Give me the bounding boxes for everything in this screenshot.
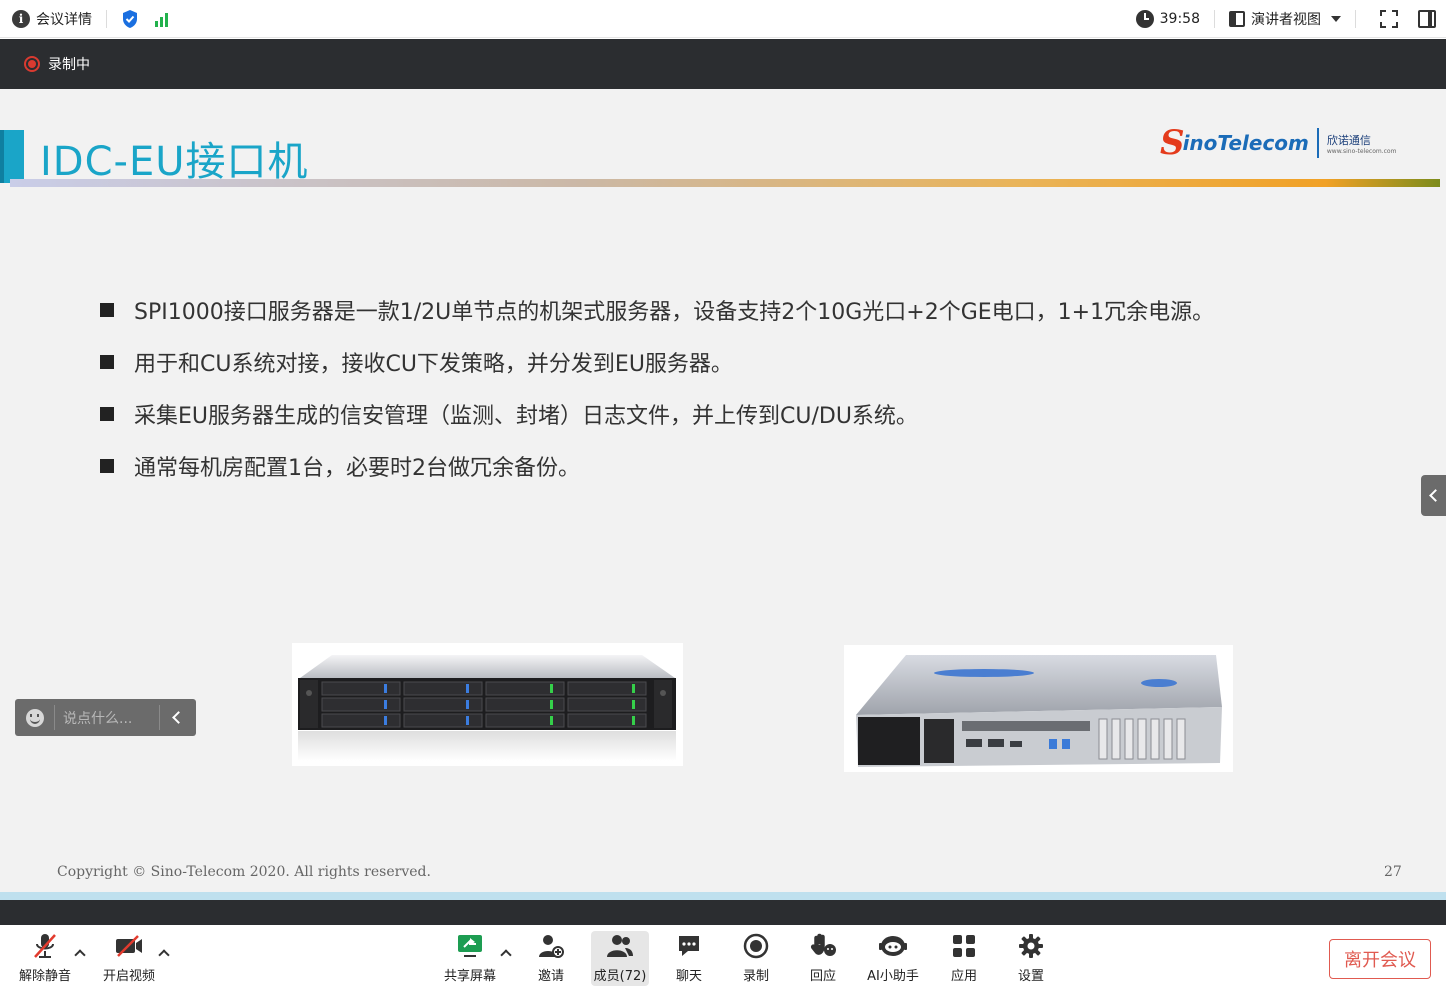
toolbar-divider-strip bbox=[0, 900, 1446, 925]
bullet-square-icon bbox=[100, 407, 114, 421]
logo-text: inoTelecom bbox=[1182, 131, 1309, 155]
bullet-square-icon bbox=[100, 459, 114, 473]
side-panel-expand-button[interactable] bbox=[1421, 475, 1446, 516]
bullet-square-icon bbox=[100, 303, 114, 317]
chevron-left-icon[interactable] bbox=[172, 711, 185, 724]
start-video-label: 开启视频 bbox=[102, 969, 155, 984]
apps-button[interactable]: 应用 bbox=[943, 931, 985, 987]
divider bbox=[54, 705, 55, 730]
bullet-item: 采集EU服务器生成的信安管理（监测、封堵）日志文件，并上传到CU/DU系统。 bbox=[100, 388, 1214, 440]
slide-bottom-band bbox=[0, 892, 1446, 900]
view-mode-label: 演讲者视图 bbox=[1251, 12, 1321, 28]
bullet-text: 通常每机房配置1台，必要时2台做冗余备份。 bbox=[134, 456, 580, 481]
divider bbox=[1214, 10, 1215, 28]
share-screen-icon bbox=[458, 935, 482, 957]
bullet-text: SPI1000接口服务器是一款1/2U单节点的机架式服务器，设备支持2个10G光… bbox=[134, 300, 1215, 325]
ai-assistant-icon bbox=[879, 936, 907, 956]
gear-icon bbox=[1019, 934, 1043, 958]
quick-chat-widget[interactable]: 说点什么... bbox=[15, 699, 196, 736]
divider bbox=[159, 705, 160, 730]
apps-label: 应用 bbox=[950, 969, 977, 984]
members-button[interactable]: 成员(72) bbox=[591, 931, 649, 986]
server-front-image bbox=[292, 643, 683, 766]
shared-screen-slide: IDC-EU接口机 S inoTelecom 欣诺通信 www.sino-tel… bbox=[0, 89, 1446, 900]
members-label: 成员(72) bbox=[593, 969, 647, 984]
quick-chat-input[interactable]: 说点什么... bbox=[63, 708, 153, 728]
ai-assistant-label: AI小助手 bbox=[867, 969, 919, 984]
bullet-square-icon bbox=[100, 355, 114, 369]
meeting-toolbar: 解除静音 开启视频 共享屏幕 邀请 成员(72) 聊天 录制 回应 AI小助手 … bbox=[0, 925, 1446, 991]
invite-button[interactable]: 邀请 bbox=[530, 931, 572, 987]
recording-status: 录制中 bbox=[48, 57, 90, 73]
sidebar-toggle-icon[interactable] bbox=[1418, 10, 1436, 28]
invite-label: 邀请 bbox=[537, 969, 564, 984]
unmute-label: 解除静音 bbox=[18, 969, 71, 984]
chat-label: 聊天 bbox=[675, 969, 702, 984]
meeting-details-label: 会议详情 bbox=[36, 11, 92, 28]
share-screen-label: 共享屏幕 bbox=[443, 969, 496, 984]
signal-strength-icon[interactable] bbox=[155, 11, 168, 27]
logo-cn-text: 欣诺通信 bbox=[1326, 133, 1371, 147]
react-label: 回应 bbox=[809, 969, 836, 984]
react-button[interactable]: 回应 bbox=[802, 931, 844, 987]
mic-muted-icon bbox=[34, 934, 56, 958]
bullet-item: 通常每机房配置1台，必要时2台做冗余备份。 bbox=[100, 440, 1214, 492]
settings-button[interactable]: 设置 bbox=[1010, 931, 1052, 987]
title-accent-edge bbox=[0, 130, 4, 183]
leave-meeting-button[interactable]: 离开会议 bbox=[1329, 939, 1431, 979]
meeting-timer: 39:58 bbox=[1159, 11, 1200, 27]
shield-icon[interactable] bbox=[121, 9, 139, 29]
fullscreen-icon[interactable] bbox=[1380, 10, 1398, 28]
logo-cn-block: 欣诺通信 www.sino-telecom.com bbox=[1327, 132, 1397, 155]
recording-icon bbox=[24, 56, 40, 72]
info-icon: i bbox=[12, 9, 30, 28]
bullet-item: 用于和CU系统对接，接收CU下发策略，并分发到EU服务器。 bbox=[100, 336, 1214, 388]
chevron-up-icon[interactable] bbox=[74, 949, 86, 961]
chevron-down-icon bbox=[1331, 16, 1341, 22]
unmute-button[interactable]: 解除静音 bbox=[14, 931, 76, 987]
camera-off-icon bbox=[116, 935, 142, 957]
record-label: 录制 bbox=[742, 969, 769, 984]
apps-icon bbox=[953, 935, 975, 957]
server-rear-image bbox=[844, 645, 1233, 772]
record-icon bbox=[743, 933, 769, 959]
chat-button[interactable]: 聊天 bbox=[668, 931, 710, 987]
recording-bar: 录制中 bbox=[0, 39, 1446, 89]
slide-page-number: 27 bbox=[1384, 864, 1402, 880]
chat-icon bbox=[679, 936, 699, 956]
reaction-icon bbox=[811, 933, 836, 956]
bullet-text: 采集EU服务器生成的信安管理（监测、封堵）日志文件，并上传到CU/DU系统。 bbox=[134, 404, 918, 429]
settings-label: 设置 bbox=[1017, 969, 1044, 984]
clock-icon bbox=[1135, 10, 1154, 28]
chevron-up-icon[interactable] bbox=[500, 949, 512, 961]
chevron-left-icon bbox=[1429, 489, 1442, 502]
add-user-icon bbox=[539, 935, 564, 958]
bullet-item: SPI1000接口服务器是一款1/2U单节点的机架式服务器，设备支持2个10G光… bbox=[100, 284, 1214, 336]
chevron-up-icon[interactable] bbox=[158, 949, 170, 961]
emoji-icon[interactable] bbox=[26, 708, 44, 727]
bullet-list: SPI1000接口服务器是一款1/2U单节点的机架式服务器，设备支持2个10G光… bbox=[100, 284, 1214, 492]
divider bbox=[106, 9, 107, 28]
divider bbox=[1355, 10, 1356, 28]
share-screen-button[interactable]: 共享屏幕 bbox=[440, 931, 500, 987]
slide-copyright: Copyright © Sino-Telecom 2020. All right… bbox=[57, 864, 431, 880]
meeting-details-button[interactable]: i 会议详情 bbox=[12, 9, 92, 29]
logo-s: S bbox=[1160, 123, 1185, 163]
ai-assistant-button[interactable]: AI小助手 bbox=[862, 931, 924, 987]
logo-divider bbox=[1316, 128, 1319, 158]
bullet-text: 用于和CU系统对接，接收CU下发策略，并分发到EU服务器。 bbox=[134, 352, 733, 377]
record-button[interactable]: 录制 bbox=[735, 931, 777, 987]
window-top-bar: i 会议详情 39:58 演讲者视图 bbox=[0, 0, 1446, 38]
view-mode-dropdown[interactable]: 演讲者视图 bbox=[1229, 9, 1341, 29]
company-logo: S inoTelecom 欣诺通信 www.sino-telecom.com bbox=[1160, 123, 1396, 163]
logo-url: www.sino-telecom.com bbox=[1326, 147, 1397, 155]
start-video-button[interactable]: 开启视频 bbox=[98, 931, 160, 987]
layout-icon bbox=[1229, 11, 1245, 27]
title-rule bbox=[10, 179, 1440, 187]
members-icon bbox=[607, 935, 633, 957]
